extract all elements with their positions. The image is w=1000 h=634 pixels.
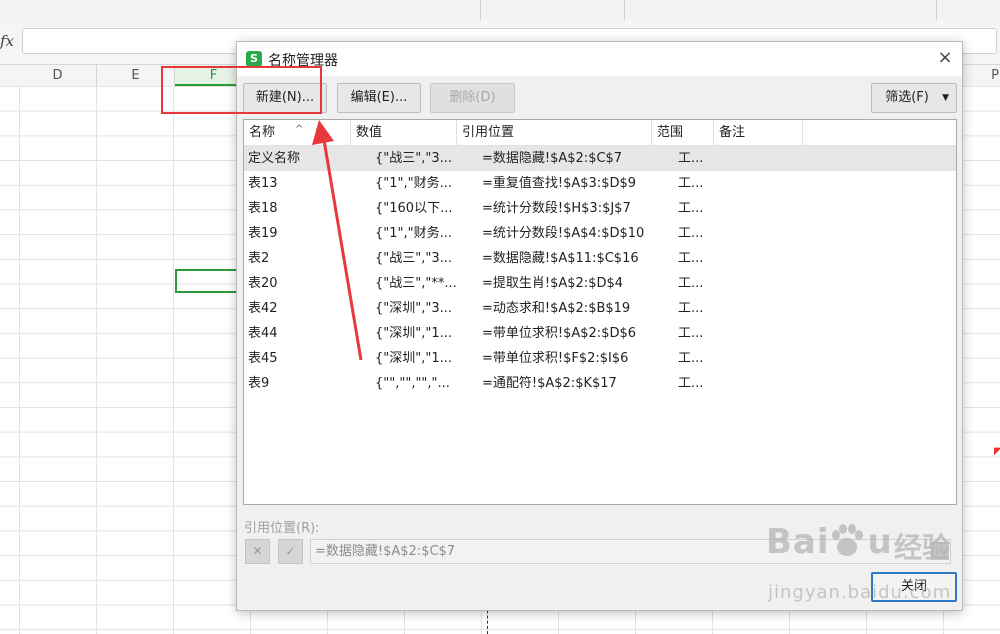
row-value: {"战三","3...	[375, 251, 453, 266]
row-reference: =数据隐藏!$A$2:$C$7	[482, 151, 623, 166]
list-item[interactable]: 表18 {"160以下... =统计分数段!$H$3:$J$7 工...	[244, 196, 956, 221]
row-reference: =统计分数段!$H$3:$J$7	[482, 201, 631, 216]
row-value: {"160以下...	[375, 201, 453, 216]
row-note	[714, 171, 802, 196]
row-name: 表19	[248, 226, 278, 241]
header-value[interactable]: 数值	[351, 120, 457, 145]
close-icon[interactable]: ×	[933, 46, 957, 70]
row-note	[714, 296, 802, 321]
row-note	[714, 221, 802, 246]
sort-ascending-icon: ^	[295, 124, 304, 135]
row-value: {"战三","**...	[375, 276, 457, 291]
row-name: 表20	[248, 276, 278, 291]
filter-label: 筛选(F)	[885, 90, 929, 105]
row-value: {"深圳","3...	[375, 301, 453, 316]
row-note	[714, 196, 802, 221]
row-name: 表9	[248, 376, 270, 391]
row-name: 表42	[248, 301, 278, 316]
list-item[interactable]: 表42 {"深圳","3... =动态求和!$A$2:$B$19 工...	[244, 296, 956, 321]
paw-icon	[832, 524, 863, 556]
watermark-url: jingyan.baidu.com	[768, 582, 952, 603]
row-name: 表18	[248, 201, 278, 216]
row-value: {"战三","3...	[375, 151, 453, 166]
row-name: 表2	[248, 251, 270, 266]
row-value: {"","","","...	[375, 376, 450, 391]
list-item[interactable]: 表44 {"深圳","1... =带单位求积!$A$2:$D$6 工...	[244, 321, 956, 346]
header-name-label: 名称	[249, 125, 276, 140]
row-note	[714, 146, 802, 171]
row-name: 表45	[248, 351, 278, 366]
row-value: {"深圳","1...	[375, 326, 453, 341]
row-note	[714, 271, 802, 296]
row-reference: =重复值查找!$A$3:$D$9	[482, 176, 637, 191]
row-scope: 工...	[678, 276, 704, 291]
watermark-logo-suffix: u	[867, 522, 893, 562]
header-name[interactable]: 名称 ^	[244, 120, 351, 145]
ribbon-separator	[480, 0, 481, 20]
cancel-edit-button[interactable]: ✕	[245, 539, 270, 564]
column-header-p[interactable]: P	[980, 65, 1000, 86]
row-scope: 工...	[678, 151, 704, 166]
header-scope[interactable]: 范围	[652, 120, 714, 145]
cell-marker: ◤	[994, 446, 1000, 457]
ribbon-strip	[0, 0, 1000, 21]
fx-icon[interactable]: fx	[0, 32, 14, 50]
highlight-box	[161, 66, 322, 114]
header-note[interactable]: 备注	[714, 120, 803, 145]
list-item[interactable]: 表20 {"战三","**... =提取生肖!$A$2:$D$4 工...	[244, 271, 956, 296]
watermark-cn: 经验	[894, 531, 951, 564]
row-reference: =带单位求积!$F$2:$I$6	[482, 351, 629, 366]
list-item[interactable]: 表2 {"战三","3... =数据隐藏!$A$11:$C$16 工...	[244, 246, 956, 271]
row-note	[714, 321, 802, 346]
row-value: {"1","财务...	[375, 176, 453, 191]
filter-dropdown[interactable]: 筛选(F) ▼	[871, 83, 957, 113]
names-list[interactable]: 名称 ^ 数值 引用位置 范围 备注 定义名称 {"战三","3... =数据隐藏!…	[243, 119, 957, 505]
row-value: {"深圳","1...	[375, 351, 453, 366]
row-name: 定义名称	[248, 151, 301, 166]
row-scope: 工...	[678, 301, 704, 316]
row-reference: =数据隐藏!$A$11:$C$16	[482, 251, 639, 266]
list-item[interactable]: 表19 {"1","财务... =统计分数段!$A$4:$D$10 工...	[244, 221, 956, 246]
column-header-d[interactable]: D	[19, 65, 97, 86]
wps-spreadsheet-icon: S	[246, 51, 262, 67]
row-name: 表44	[248, 326, 278, 341]
baidu-watermark: Bai u 经验 jingyan.baidu.com	[766, 522, 994, 614]
dialog-titlebar[interactable]: S 名称管理器 ×	[237, 42, 962, 76]
list-item[interactable]: 表45 {"深圳","1... =带单位求积!$F$2:$I$6 工...	[244, 346, 956, 371]
row-note	[714, 371, 802, 396]
edit-button[interactable]: 编辑(E)...	[337, 83, 421, 113]
list-header: 名称 ^ 数值 引用位置 范围 备注	[244, 120, 956, 146]
list-item[interactable]: 定义名称 {"战三","3... =数据隐藏!$A$2:$C$7 工...	[244, 146, 956, 171]
row-reference: =提取生肖!$A$2:$D$4	[482, 276, 624, 291]
row-scope: 工...	[678, 251, 704, 266]
row-name: 表13	[248, 176, 278, 191]
row-reference: =统计分数段!$A$4:$D$10	[482, 226, 645, 241]
confirm-edit-button[interactable]: ✓	[278, 539, 303, 564]
ribbon-separator	[936, 0, 937, 20]
delete-button[interactable]: 删除(D)	[430, 83, 515, 113]
row-scope: 工...	[678, 326, 704, 341]
reference-label: 引用位置(R):	[244, 521, 320, 536]
row-note	[714, 246, 802, 271]
row-scope: 工...	[678, 176, 704, 191]
row-reference: =带单位求积!$A$2:$D$6	[482, 326, 637, 341]
row-reference: =通配符!$A$2:$K$17	[482, 376, 617, 391]
row-reference: =动态求和!$A$2:$B$19	[482, 301, 631, 316]
row-value: {"1","财务...	[375, 226, 453, 241]
ribbon-separator	[624, 0, 625, 20]
row-scope: 工...	[678, 201, 704, 216]
list-item[interactable]: 表13 {"1","财务... =重复值查找!$A$3:$D$9 工...	[244, 171, 956, 196]
row-scope: 工...	[678, 351, 704, 366]
list-item[interactable]: 表9 {"","","","... =通配符!$A$2:$K$17 工...	[244, 371, 956, 396]
row-scope: 工...	[678, 226, 704, 241]
row-scope: 工...	[678, 376, 704, 391]
caret-down-icon: ▼	[942, 93, 949, 103]
row-note	[714, 346, 802, 371]
watermark-logo-text: Bai	[766, 522, 830, 562]
header-reference[interactable]: 引用位置	[457, 120, 652, 145]
